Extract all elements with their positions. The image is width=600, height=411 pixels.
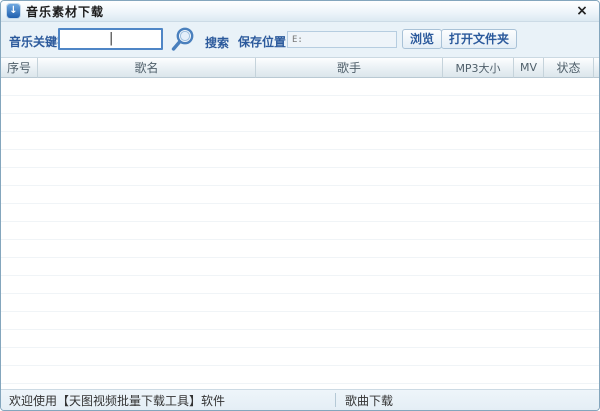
search-icon bbox=[168, 25, 197, 54]
close-icon[interactable]: × bbox=[571, 2, 593, 20]
status-section-text: 歌曲下载 bbox=[345, 393, 394, 408]
column-header-status[interactable]: 状态 bbox=[544, 58, 594, 78]
save-location-label: 保存位置: bbox=[238, 35, 291, 49]
status-welcome-text: 欢迎使用【天图视频批量下载工具】软件 bbox=[9, 393, 226, 408]
column-header-singer[interactable]: 歌手 bbox=[256, 58, 443, 78]
open-folder-button[interactable]: 打开文件夹 bbox=[441, 29, 518, 49]
titlebar[interactable]: ↓ 音乐素材下载 × bbox=[1, 1, 599, 22]
column-header-index[interactable]: 序号 bbox=[1, 58, 38, 78]
search-label: 搜索 bbox=[205, 35, 230, 50]
keyword-input[interactable] bbox=[58, 28, 163, 50]
window-title: 音乐素材下载 bbox=[26, 4, 105, 19]
statusbar: 欢迎使用【天图视频批量下载工具】软件 歌曲下载 bbox=[1, 389, 599, 410]
column-header-mp3-size[interactable]: MP3大小 bbox=[443, 58, 514, 78]
save-location-field[interactable] bbox=[287, 31, 397, 48]
results-table: 序号 歌名 歌手 MP3大小 MV 状态 bbox=[1, 57, 599, 389]
table-body-empty bbox=[1, 78, 599, 389]
column-header-mv[interactable]: MV bbox=[514, 58, 544, 78]
toolbar: 音乐关键字: | 搜索 保存位置: 浏览 打开文件夹 bbox=[1, 22, 599, 57]
app-window: ↓ 音乐素材下载 × 音乐关键字: | 搜索 保存位置: 浏览 打开文件夹 序号 bbox=[0, 0, 600, 411]
app-download-icon: ↓ bbox=[7, 4, 20, 18]
column-header-song-name[interactable]: 歌名 bbox=[38, 58, 256, 78]
browse-button[interactable]: 浏览 bbox=[402, 29, 443, 49]
search-button[interactable]: 搜索 bbox=[168, 25, 229, 54]
table-header: 序号 歌名 歌手 MP3大小 MV 状态 bbox=[1, 58, 599, 78]
column-header-spacer bbox=[594, 58, 599, 78]
